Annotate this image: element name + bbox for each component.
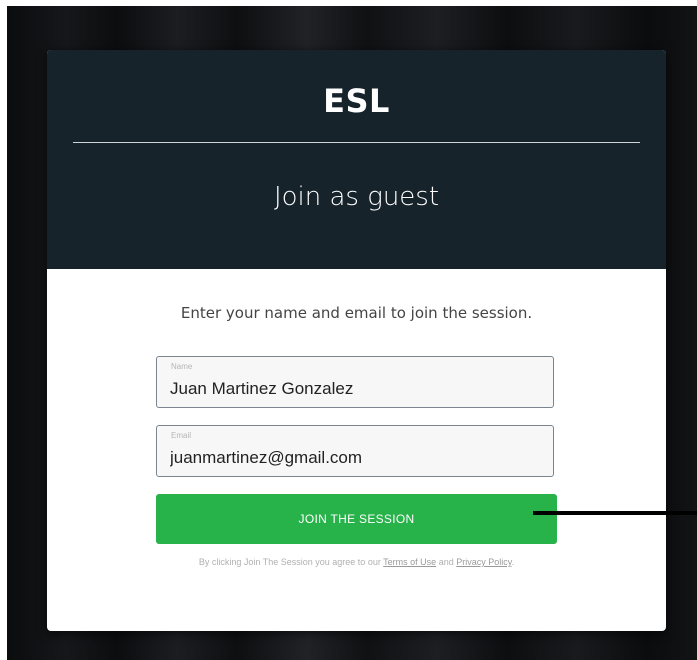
join-session-button[interactable]: JOIN THE SESSION (156, 494, 557, 544)
terms-of-use-link[interactable]: Terms of Use (383, 557, 436, 567)
email-field[interactable]: Email (156, 425, 554, 477)
form-instructions: Enter your name and email to join the se… (180, 304, 533, 322)
modal-title: Join as guest (273, 182, 440, 212)
legal-notice: By clicking Join The Session you agree t… (47, 557, 666, 567)
join-guest-modal: ESL Join as guest Enter your name and em… (47, 50, 666, 631)
brand-logo: ESL (323, 82, 390, 120)
legal-prefix: By clicking Join The Session you agree t… (198, 557, 384, 567)
name-field[interactable]: Name (156, 356, 554, 408)
legal-suffix: . (511, 557, 515, 567)
legal-middle: and (436, 557, 457, 567)
modal-header: ESL Join as guest (47, 50, 666, 269)
header-divider (73, 142, 640, 143)
pointer-line (533, 511, 697, 515)
name-input[interactable] (170, 379, 540, 399)
name-field-label: Name (171, 362, 193, 371)
privacy-policy-link[interactable]: Privacy Policy (456, 557, 511, 567)
email-input[interactable] (170, 448, 540, 468)
email-field-label: Email (171, 431, 192, 440)
